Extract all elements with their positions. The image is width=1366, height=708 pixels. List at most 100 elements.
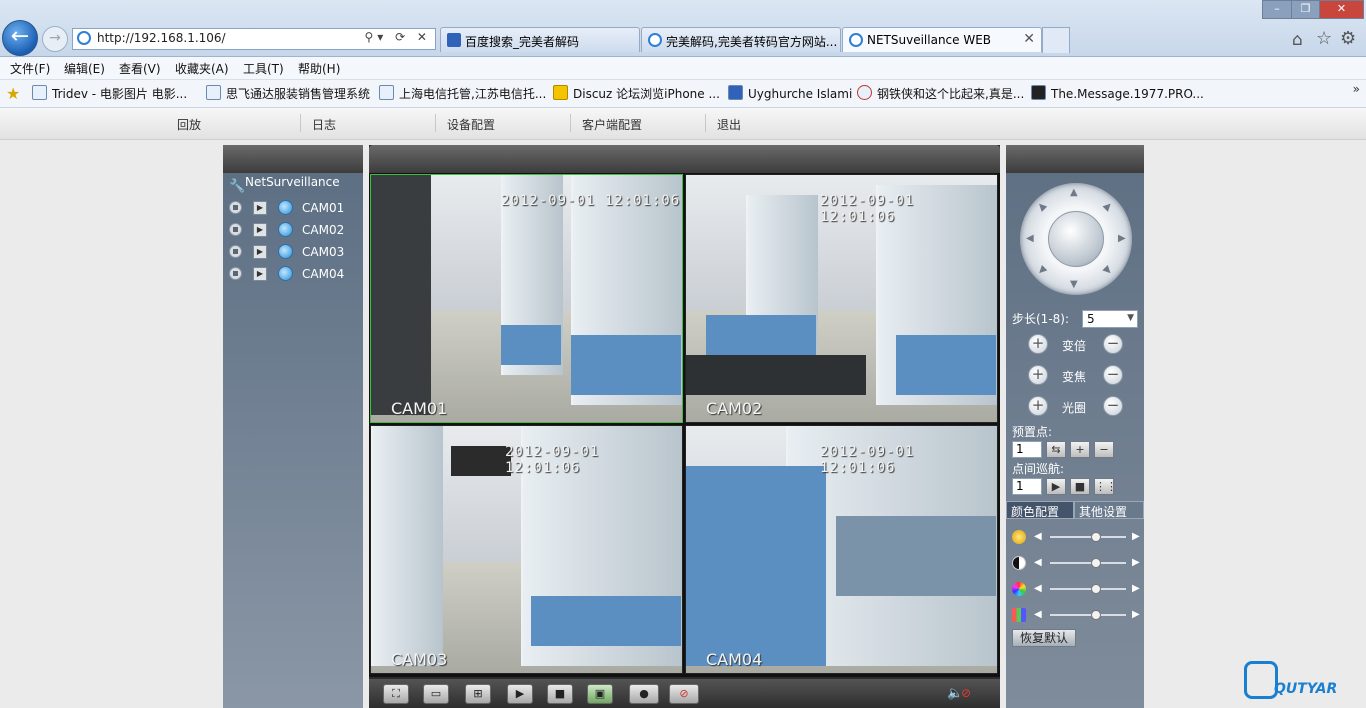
slider-knob[interactable] [1090,610,1101,620]
tour-settings-grid-icon[interactable]: ⋮⋮ [1094,478,1117,495]
brightness-slider[interactable]: ◀ ▶ [1012,529,1140,545]
live-view-icon[interactable] [278,200,293,215]
increase-arrow-icon[interactable]: ▶ [1132,609,1140,620]
favorites-more-icon[interactable]: » [1353,82,1360,96]
video-tile-cam03[interactable]: 2012-09-01 12:01:06 CAM03 [370,425,683,674]
stop-icon[interactable] [229,245,242,258]
stop-icon[interactable] [229,201,242,214]
nav-playback[interactable]: 回放 [177,116,201,133]
slider-knob[interactable] [1090,558,1101,568]
new-tab-button[interactable] [1042,27,1070,53]
play-all-icon[interactable]: ▶ [507,684,533,704]
forward-button[interactable]: → [42,26,68,52]
camera-label[interactable]: CAM02 [302,223,344,237]
slider-knob[interactable] [1090,532,1101,542]
menu-view[interactable]: 查看(V) [119,60,161,77]
live-view-icon[interactable] [278,244,293,259]
increase-arrow-icon[interactable]: ▶ [1132,557,1140,568]
url-text[interactable]: http://192.168.1.106/ [97,31,226,45]
nav-logout[interactable]: 退出 [717,116,741,133]
iris-open-button[interactable]: + [1028,396,1048,416]
tab-other-settings[interactable]: 其他设置 [1074,501,1144,519]
pan-down-left-arrow-icon[interactable]: ▼ [1035,264,1048,277]
favorite-link[interactable]: 思飞通达服装销售管理系统 [206,85,370,102]
close-tab-icon[interactable]: ✕ [1023,31,1035,47]
tab-color-config[interactable]: 颜色配置 [1006,501,1074,519]
iris-close-button[interactable]: − [1103,396,1123,416]
play-icon[interactable]: ▶ [253,201,267,215]
zoom-in-button[interactable]: + [1028,334,1048,354]
decrease-arrow-icon[interactable]: ◀ [1034,531,1042,542]
goto-preset-icon[interactable]: ⇆ [1046,441,1066,458]
video-tile-cam01[interactable]: 2012-09-01 12:01:06 CAM01 [370,174,683,423]
favorite-link[interactable]: 钢铁侠和这个比起来,真是... [857,85,1024,102]
ptz-center-button[interactable] [1048,211,1104,267]
pan-down-arrow-icon[interactable]: ▼ [1070,279,1078,290]
pan-up-right-arrow-icon[interactable]: ▲ [1101,200,1114,213]
maximize-button[interactable]: ❐ [1291,0,1320,19]
pan-right-arrow-icon[interactable]: ▶ [1118,233,1126,244]
gear-icon[interactable]: ⚙ [1340,28,1356,49]
back-button[interactable]: ← [2,20,38,56]
step-select[interactable]: 5 ▼ [1082,310,1138,328]
tab-baidu[interactable]: 百度搜索_完美者解码 [440,27,640,52]
fullscreen-icon[interactable]: ⛶ [383,684,409,704]
favorite-link[interactable]: 上海电信托管,江苏电信托... [379,85,546,102]
add-preset-icon[interactable]: + [1070,441,1090,458]
tour-input[interactable]: 1 [1012,478,1042,495]
favorite-link[interactable]: Tridev - 电影图片 电影... [32,85,187,102]
video-tile-cam02[interactable]: 2012-09-01 12:01:06 CAM02 [685,174,998,423]
zoom-out-button[interactable]: − [1103,334,1123,354]
play-icon[interactable]: ▶ [253,267,267,281]
hue-slider[interactable]: ◀ ▶ [1012,607,1140,623]
camera-label[interactable]: CAM04 [302,267,344,281]
menu-file[interactable]: 文件(F) [10,60,50,77]
slider-knob[interactable] [1090,584,1101,594]
decrease-arrow-icon[interactable]: ◀ [1034,557,1042,568]
stop-icon[interactable] [229,223,242,236]
camera-label[interactable]: CAM01 [302,201,344,215]
live-view-icon[interactable] [278,266,293,281]
focus-far-button[interactable]: − [1103,365,1123,385]
search-refresh-stop-icons[interactable]: ⚲▾ ⟳ ✕ [364,30,431,44]
menu-help[interactable]: 帮助(H) [298,60,340,77]
pan-up-arrow-icon[interactable]: ▲ [1070,187,1078,198]
start-tour-icon[interactable]: ▶ [1046,478,1066,495]
quad-view-icon[interactable]: ⊞ [465,684,491,704]
home-icon[interactable]: ⌂ [1292,30,1303,50]
increase-arrow-icon[interactable]: ▶ [1132,583,1140,594]
saturation-slider[interactable]: ◀ ▶ [1012,581,1140,597]
pan-left-arrow-icon[interactable]: ◀ [1026,233,1034,244]
stop-icon[interactable] [229,267,242,280]
live-view-icon[interactable] [278,222,293,237]
camera-label[interactable]: CAM03 [302,245,344,259]
play-icon[interactable]: ▶ [253,223,267,237]
reset-default-button[interactable]: 恢复默认 [1012,629,1076,647]
pan-up-left-arrow-icon[interactable]: ▲ [1035,200,1048,213]
favorites-add-icon[interactable]: ★ [6,84,20,103]
nav-client-config[interactable]: 客户端配置 [582,116,642,133]
decrease-arrow-icon[interactable]: ◀ [1034,583,1042,594]
minimize-button[interactable]: – [1262,0,1292,19]
menu-tools[interactable]: 工具(T) [243,60,284,77]
device-root[interactable]: NetSurveillance [245,175,340,189]
preset-input[interactable]: 1 [1012,441,1042,458]
tab-wanmei[interactable]: 完美解码,完美者转码官方网站... [641,27,841,52]
favorite-link[interactable]: Uyghurche Islami [728,85,852,101]
video-tile-cam04[interactable]: 2012-09-01 12:01:06 CAM04 [685,425,998,674]
menu-favorites[interactable]: 收藏夹(A) [175,60,229,77]
stop-tour-icon[interactable]: ■ [1070,478,1090,495]
pan-down-right-arrow-icon[interactable]: ▼ [1101,264,1114,277]
stop-record-icon[interactable]: ⊘ [669,684,699,704]
favorite-link[interactable]: The.Message.1977.PRO... [1031,85,1204,101]
favorite-link[interactable]: Discuz 论坛浏览iPhone ... [553,85,720,102]
play-icon[interactable]: ▶ [253,245,267,259]
contrast-slider[interactable]: ◀ ▶ [1012,555,1140,571]
close-window-button[interactable]: ✕ [1319,0,1364,19]
address-bar[interactable]: http://192.168.1.106/ ⚲▾ ⟳ ✕ [72,28,436,50]
increase-arrow-icon[interactable]: ▶ [1132,531,1140,542]
tab-netsurveillance[interactable]: NETSuveillance WEB ✕ [842,27,1042,52]
single-view-icon[interactable]: ▭ [423,684,449,704]
decrease-arrow-icon[interactable]: ◀ [1034,609,1042,620]
mute-icon[interactable]: ⊘ [961,686,971,700]
